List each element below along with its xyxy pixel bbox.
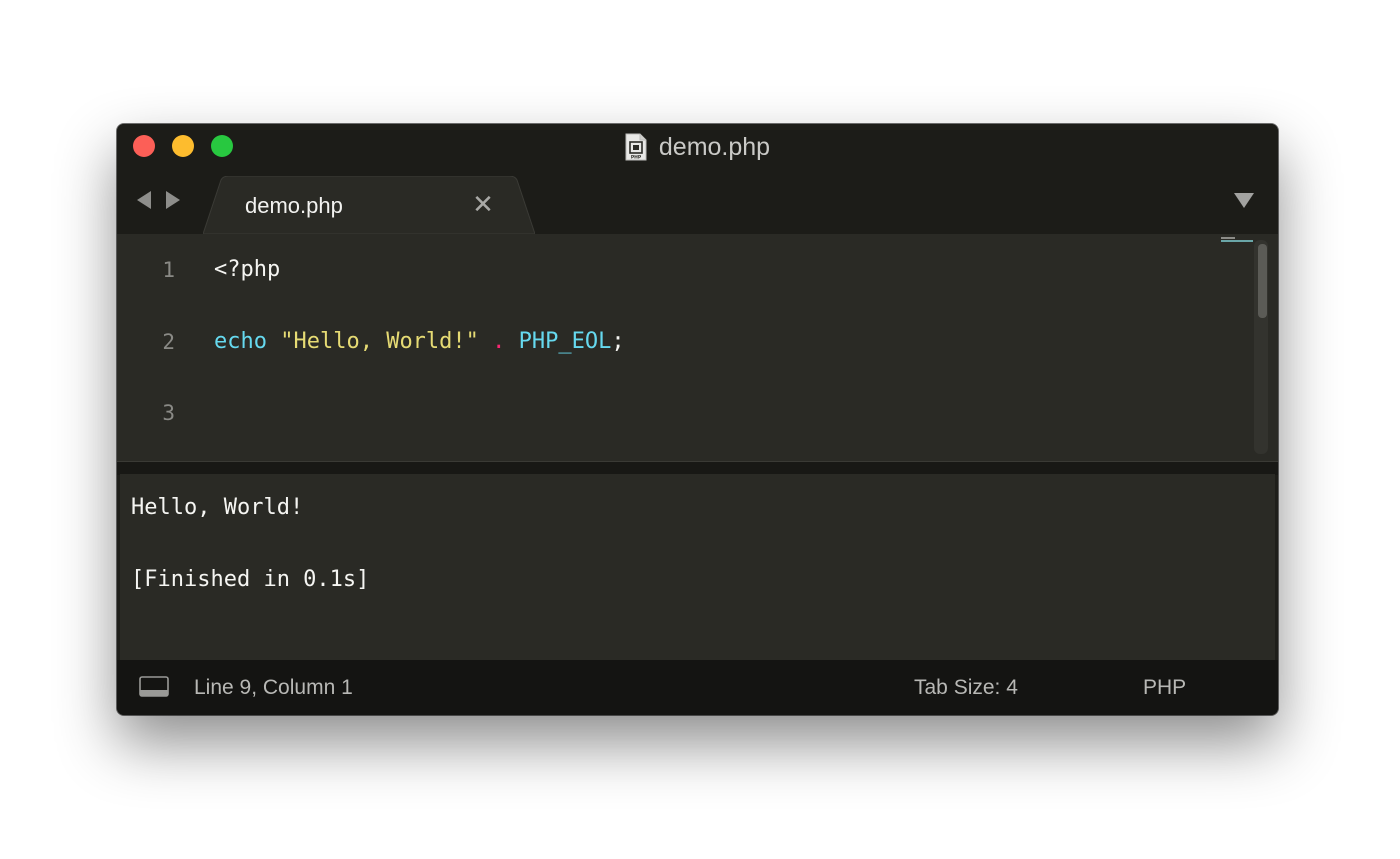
editor-window: PHP demo.php demo.php ✕ 1 2 3 <?php echo… [117, 124, 1278, 715]
output-line: Hello, World! [131, 495, 304, 520]
back-arrow-icon[interactable] [137, 191, 151, 209]
panel-toggle-icon[interactable] [139, 676, 169, 697]
minimap[interactable] [1221, 237, 1255, 245]
syntax-selector[interactable]: PHP [1143, 675, 1186, 701]
forward-arrow-icon[interactable] [166, 191, 180, 209]
line-number: 2 [162, 330, 175, 354]
code-token-punctuation: ; [611, 329, 625, 354]
file-icon-label: PHP [631, 155, 642, 161]
code-editor[interactable]: 1 2 3 <?php echo "Hello, World!" . PHP_E… [117, 234, 1278, 461]
code-token-operator: . [492, 329, 506, 354]
code-token-string: "Hello, World!" [280, 329, 479, 354]
php-file-icon: PHP [625, 133, 647, 161]
output-line: [Finished in 0.1s] [131, 567, 370, 592]
code-token-constant: PHP_EOL [518, 329, 612, 354]
tab-size-setting[interactable]: Tab Size: 4 [914, 675, 1018, 701]
tab-bar: demo.php ✕ [117, 172, 1278, 234]
line-number: 3 [162, 401, 175, 425]
status-bar: Line 9, Column 1 Tab Size: 4 PHP [117, 660, 1278, 715]
code-line: echo "Hello, World!" . PHP_EOL; [214, 328, 625, 356]
line-number: 1 [162, 258, 175, 282]
close-tab-icon[interactable]: ✕ [469, 190, 497, 218]
triangle-down-icon[interactable] [1234, 193, 1254, 208]
tab-demo-php[interactable]: demo.php ✕ [203, 176, 535, 234]
tab-label: demo.php [245, 193, 343, 218]
build-output-panel: Hello, World! [Finished in 0.1s] [120, 474, 1275, 660]
title-bar: PHP demo.php [117, 124, 1278, 172]
code-token-keyword: echo [214, 329, 267, 354]
code-line: <?php [214, 256, 280, 284]
window-title: demo.php [658, 133, 771, 161]
cursor-position[interactable]: Line 9, Column 1 [194, 675, 353, 701]
code-token-plain: <?php [214, 257, 281, 282]
scrollbar-thumb[interactable] [1258, 244, 1267, 318]
panel-divider[interactable] [117, 461, 1278, 475]
